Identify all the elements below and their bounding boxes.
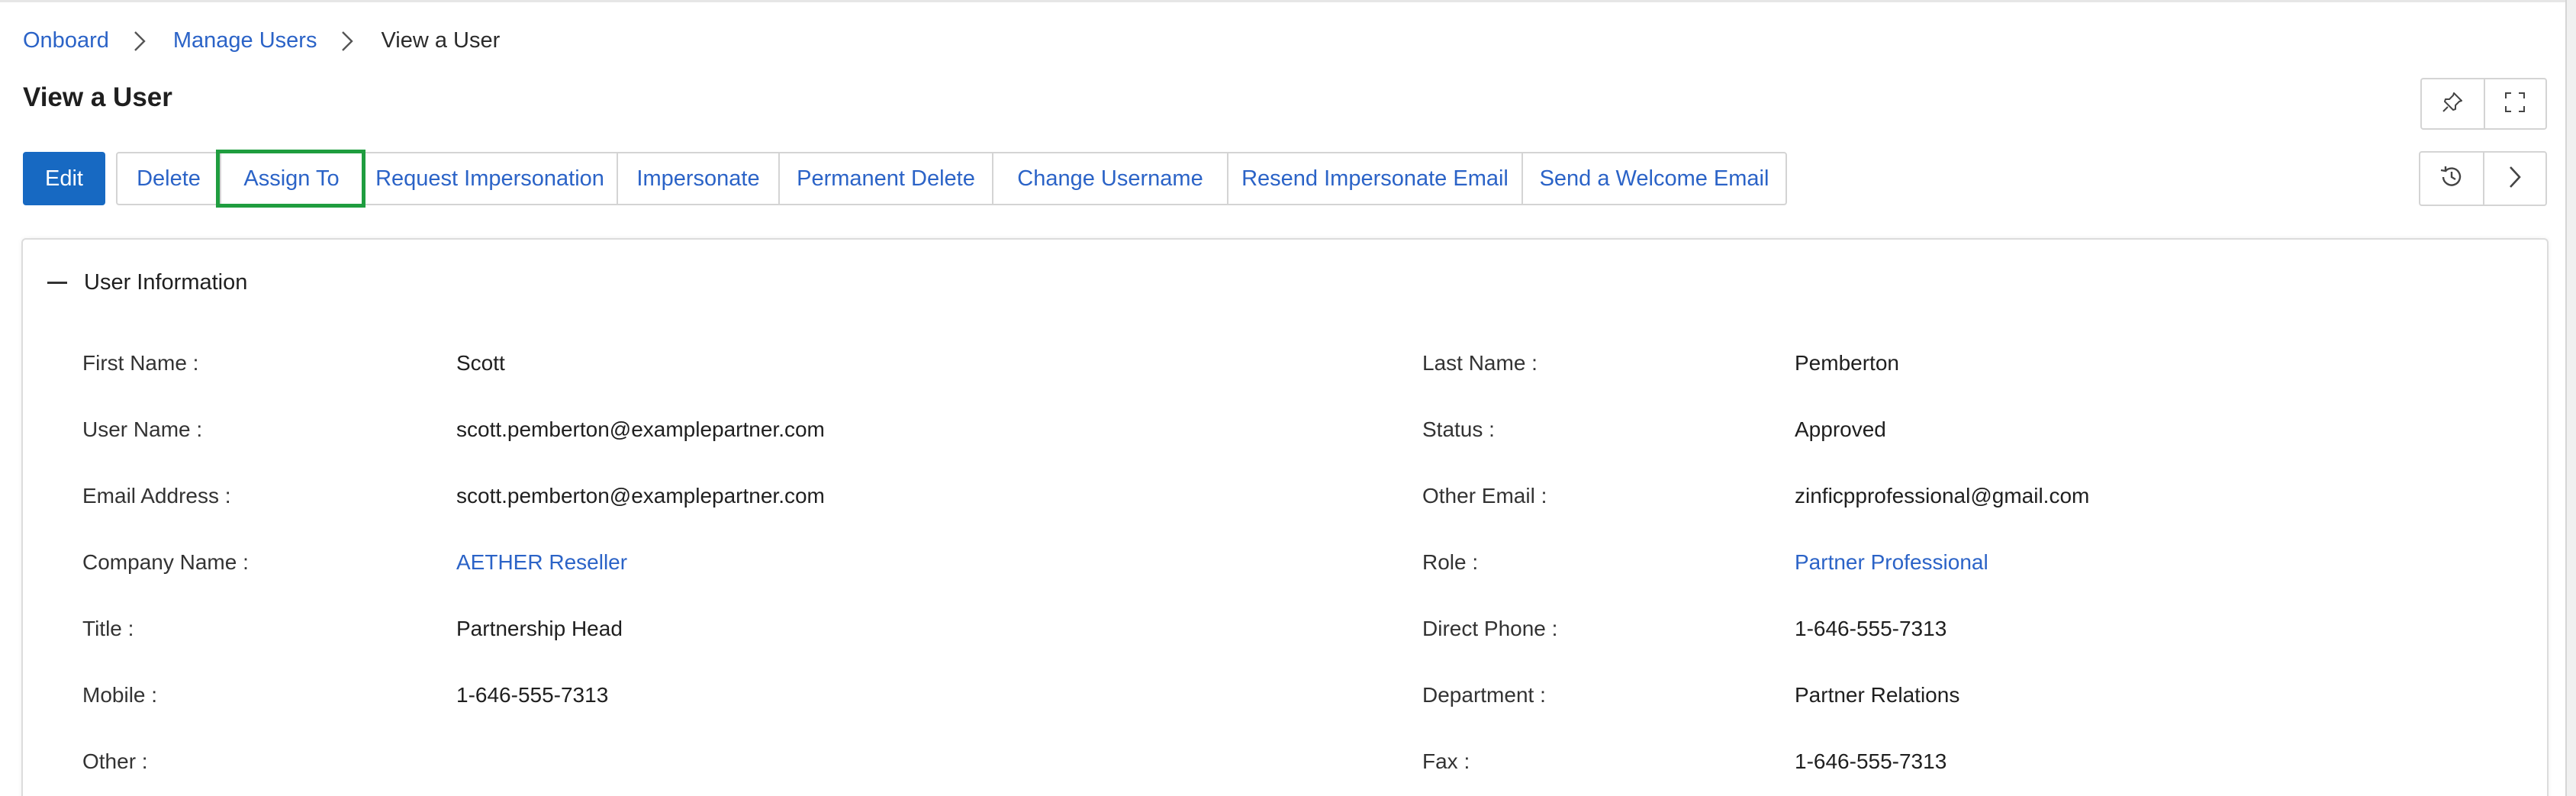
breadcrumb-onboard-link[interactable]: Onboard xyxy=(23,28,109,53)
other-email-value: zinficpprofessional@gmail.com xyxy=(1795,484,2090,508)
other-label: Other : xyxy=(82,749,148,773)
panel-header: User Information xyxy=(23,240,247,325)
department-label: Department : xyxy=(1422,683,1546,707)
window-scrollbar[interactable] xyxy=(2565,0,2576,796)
assign-to-button[interactable]: Assign To xyxy=(216,150,365,208)
email-address-label: Email Address : xyxy=(82,484,231,508)
top-border xyxy=(0,0,2576,2)
last-name-label: Last Name : xyxy=(1422,351,1538,375)
mobile-label: Mobile : xyxy=(82,683,158,707)
view-utility-group xyxy=(2420,78,2547,130)
first-name-value: Scott xyxy=(456,351,505,375)
chevron-right-icon xyxy=(124,29,158,52)
breadcrumb-current: View a User xyxy=(381,27,501,53)
action-button-group: Delete Assign To Request Impersonation I… xyxy=(116,150,1787,208)
title-value: Partnership Head xyxy=(456,617,623,640)
chevron-right-icon xyxy=(2507,165,2523,193)
impersonate-button[interactable]: Impersonate xyxy=(617,153,778,204)
mobile-value: 1-646-555-7313 xyxy=(456,683,609,707)
resend-impersonate-email-button[interactable]: Resend Impersonate Email xyxy=(1227,153,1521,204)
first-name-label: First Name : xyxy=(82,351,199,375)
breadcrumb-manage-users-link[interactable]: Manage Users xyxy=(173,28,317,53)
change-username-button[interactable]: Change Username xyxy=(992,153,1227,204)
fullscreen-button[interactable] xyxy=(2483,79,2545,128)
company-name-link[interactable]: AETHER Reseller xyxy=(456,550,627,575)
delete-button[interactable]: Delete xyxy=(118,153,220,204)
next-record-button[interactable] xyxy=(2483,153,2545,205)
department-value: Partner Relations xyxy=(1795,683,1960,707)
title-label: Title : xyxy=(82,617,134,640)
page-title: View a User xyxy=(23,82,172,112)
edit-button[interactable]: Edit xyxy=(23,152,105,205)
role-label: Role : xyxy=(1422,550,1479,574)
status-label: Status : xyxy=(1422,417,1495,441)
role-link[interactable]: Partner Professional xyxy=(1795,550,1988,575)
permanent-delete-button[interactable]: Permanent Delete xyxy=(778,153,992,204)
email-address-value: scott.pemberton@examplepartner.com xyxy=(456,484,825,508)
send-welcome-email-button[interactable]: Send a Welcome Email xyxy=(1521,153,1785,204)
other-email-label: Other Email : xyxy=(1422,484,1547,508)
action-toolbar: Edit Delete Assign To Request Impersonat… xyxy=(23,150,1787,208)
record-nav-group xyxy=(2419,151,2547,206)
request-impersonation-button[interactable]: Request Impersonation xyxy=(362,153,617,204)
status-value: Approved xyxy=(1795,417,1886,441)
pin-icon xyxy=(2441,91,2464,118)
pin-button[interactable] xyxy=(2422,79,2484,128)
minus-icon[interactable] xyxy=(46,271,69,294)
breadcrumb: Onboard Manage Users View a User xyxy=(23,23,500,58)
fax-value: 1-646-555-7313 xyxy=(1795,749,1947,773)
direct-phone-label: Direct Phone : xyxy=(1422,617,1558,640)
history-button[interactable] xyxy=(2420,153,2483,205)
fax-label: Fax : xyxy=(1422,749,1470,773)
panel-title: User Information xyxy=(84,269,248,295)
history-icon xyxy=(2439,164,2465,194)
user-name-label: User Name : xyxy=(82,417,203,441)
user-name-value: scott.pemberton@examplepartner.com xyxy=(456,417,825,441)
last-name-value: Pemberton xyxy=(1795,351,1899,375)
direct-phone-value: 1-646-555-7313 xyxy=(1795,617,1947,640)
company-name-label: Company Name : xyxy=(82,550,249,574)
user-information-panel: User Information First Name : Scott User… xyxy=(21,238,2549,796)
fullscreen-icon xyxy=(2504,91,2526,118)
chevron-right-icon xyxy=(332,29,365,52)
